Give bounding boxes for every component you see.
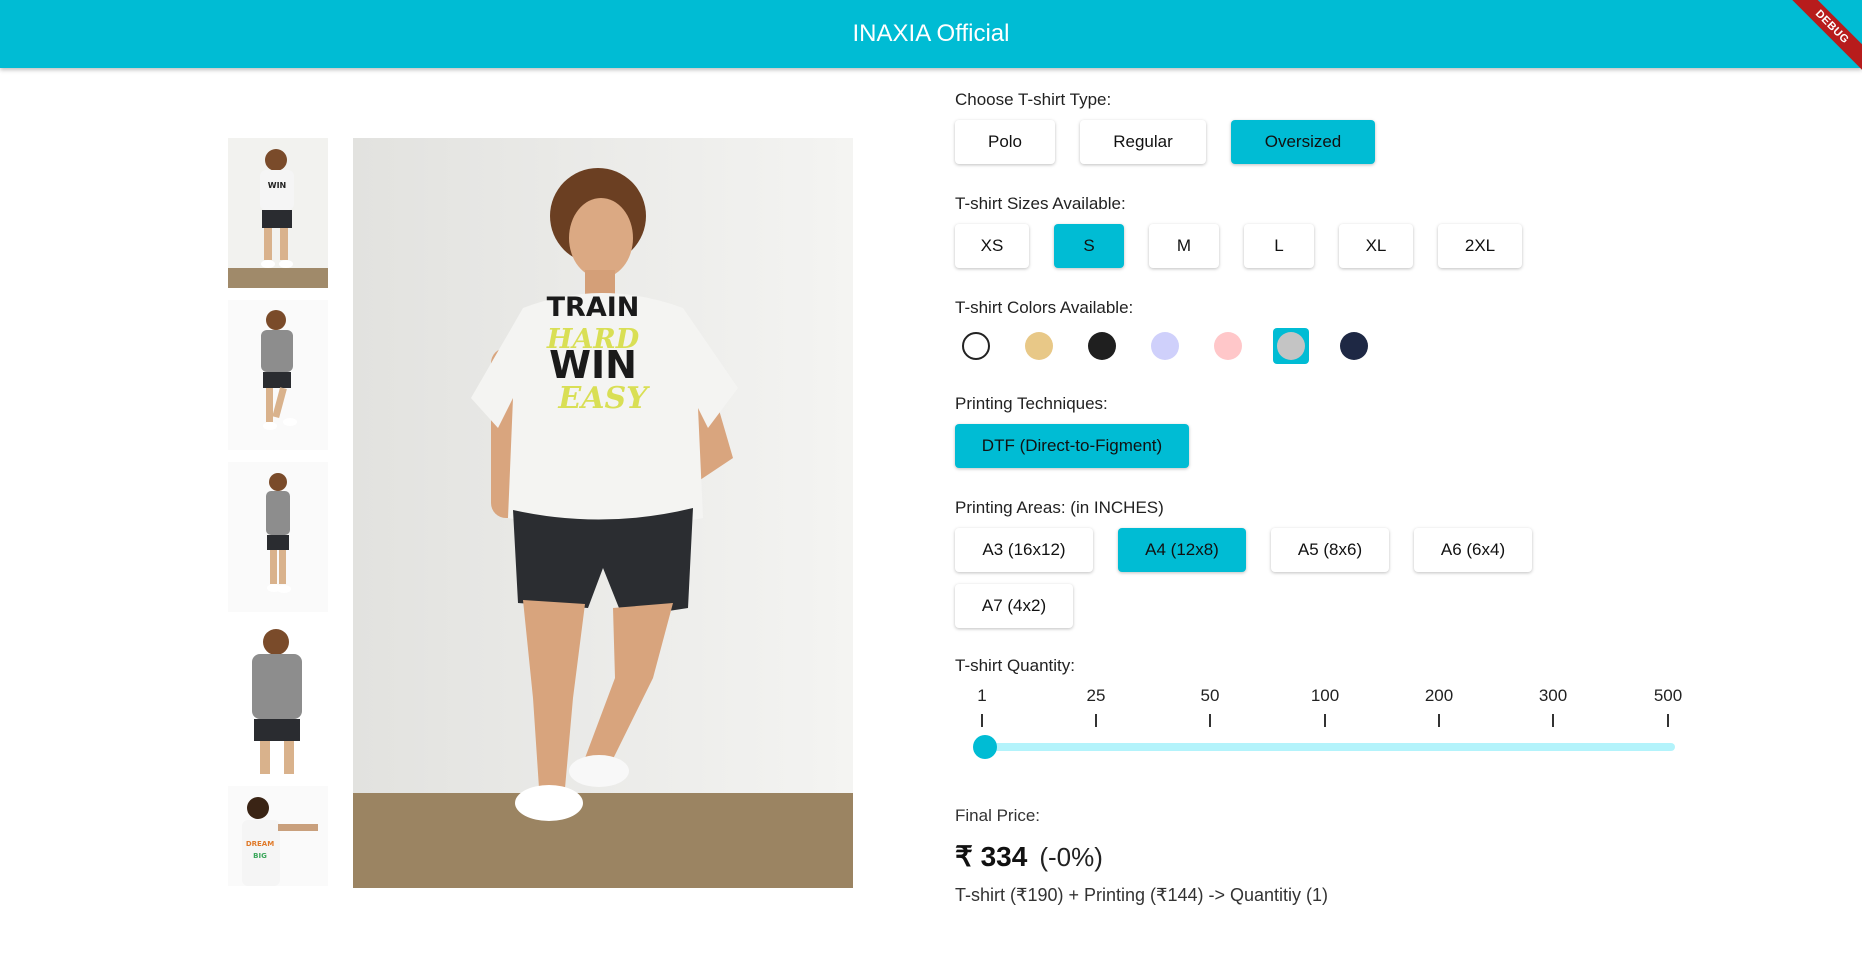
size-options: XS S M L XL 2XL <box>955 224 1685 268</box>
quantity-tick: 200 <box>1409 686 1469 727</box>
discount-percent: (-0%) <box>1039 842 1103 872</box>
svg-text:DREAM: DREAM <box>246 840 274 848</box>
thumbnail-4[interactable] <box>228 624 328 774</box>
quantity-tick-label: 100 <box>1310 686 1340 705</box>
quantity-tick-label: 50 <box>1200 686 1220 705</box>
quantity-tick-labels: 1 25 50 100 200 300 500 <box>952 686 1685 727</box>
area-a7-button[interactable]: A7 (4x2) <box>955 584 1073 628</box>
sizes-label: T-shirt Sizes Available: <box>955 194 1126 213</box>
color-swatch-black[interactable] <box>1084 328 1120 364</box>
area-options: A3 (16x12) A4 (12x8) A5 (8x6) A6 (6x4) A… <box>955 528 1575 628</box>
product-photo: TRAIN HARD WIN EASY <box>353 138 853 888</box>
color-options <box>955 328 1685 364</box>
quantity-tick: 1 <box>952 686 1012 727</box>
size-2xl-button[interactable]: 2XL <box>1438 224 1522 268</box>
color-dot <box>1277 332 1305 360</box>
options-panel: Choose T-shirt Type: Polo Regular Oversi… <box>955 90 1685 906</box>
app-title: INAXIA Official <box>852 20 1010 47</box>
color-dot <box>1025 332 1053 360</box>
color-dot <box>1151 332 1179 360</box>
color-swatch-pink[interactable] <box>1210 328 1246 364</box>
debug-banner: DEBUG <box>1782 0 1862 80</box>
color-dot <box>1214 332 1242 360</box>
quantity-slider[interactable] <box>955 726 1685 766</box>
svg-text:TRAIN: TRAIN <box>547 292 640 323</box>
color-swatch-grey[interactable] <box>1273 328 1309 364</box>
quantity-tick-label: 200 <box>1424 686 1454 705</box>
color-swatch-beige[interactable] <box>1021 328 1057 364</box>
debug-banner-label: DEBUG <box>1783 0 1862 76</box>
thumbnail-image: DREAM BIG <box>228 786 328 886</box>
size-s-button[interactable]: S <box>1054 224 1124 268</box>
thumbnail-image <box>228 624 328 774</box>
price-breakdown: T-shirt (₹190) + Printing (₹144) -> Quan… <box>955 885 1329 905</box>
color-dot <box>1340 332 1368 360</box>
type-options: Polo Regular Oversized <box>955 120 1685 164</box>
quantity-tick-label: 300 <box>1538 686 1568 705</box>
type-oversized-button[interactable]: Oversized <box>1231 120 1375 164</box>
svg-text:EASY: EASY <box>557 381 650 416</box>
color-swatch-white[interactable] <box>958 328 994 364</box>
areas-label: Printing Areas: (in INCHES) <box>955 498 1164 517</box>
final-price-label: Final Price: <box>955 806 1041 825</box>
type-label: Choose T-shirt Type: <box>955 90 1112 109</box>
thumbnail-1[interactable]: WIN <box>228 138 328 288</box>
quantity-tick: 50 <box>1180 686 1240 727</box>
slider-track <box>985 743 1675 751</box>
quantity-tick-label: 500 <box>1653 686 1683 705</box>
thumbnail-3[interactable] <box>228 462 328 612</box>
color-dot <box>962 332 990 360</box>
quantity-tick: 300 <box>1523 686 1583 727</box>
thumbnail-image: WIN <box>228 138 328 288</box>
quantity-tick: 25 <box>1066 686 1126 727</box>
color-swatch-navy[interactable] <box>1336 328 1372 364</box>
quantity-tick-label: 25 <box>1086 686 1106 705</box>
thumbnail-image <box>228 462 328 612</box>
slider-thumb[interactable] <box>973 735 997 759</box>
printing-label: Printing Techniques: <box>955 394 1108 413</box>
type-regular-button[interactable]: Regular <box>1080 120 1206 164</box>
size-xl-button[interactable]: XL <box>1339 224 1413 268</box>
type-polo-button[interactable]: Polo <box>955 120 1055 164</box>
colors-label: T-shirt Colors Available: <box>955 298 1134 317</box>
area-a4-button[interactable]: A4 (12x8) <box>1118 528 1246 572</box>
price-row: ₹ 334 (-0%) <box>955 840 1685 873</box>
size-m-button[interactable]: M <box>1149 224 1219 268</box>
area-a6-button[interactable]: A6 (6x4) <box>1414 528 1532 572</box>
thumbnail-list: WIN DREAM BIG <box>228 138 328 898</box>
size-xs-button[interactable]: XS <box>955 224 1029 268</box>
color-dot <box>1088 332 1116 360</box>
size-l-button[interactable]: L <box>1244 224 1314 268</box>
svg-text:BIG: BIG <box>253 852 267 860</box>
printing-options: DTF (Direct-to-Figment) <box>955 424 1685 468</box>
thumbnail-5[interactable]: DREAM BIG <box>228 786 328 886</box>
area-a3-button[interactable]: A3 (16x12) <box>955 528 1093 572</box>
quantity-tick: 500 <box>1638 686 1698 727</box>
printing-dtf-button[interactable]: DTF (Direct-to-Figment) <box>955 424 1189 468</box>
thumbnail-2[interactable] <box>228 300 328 450</box>
quantity-tick: 100 <box>1295 686 1355 727</box>
main-product-image: TRAIN HARD WIN EASY <box>353 138 853 888</box>
quantity-tick-label: 1 <box>977 686 987 705</box>
color-swatch-lavender[interactable] <box>1147 328 1183 364</box>
quantity-label: T-shirt Quantity: <box>955 656 1075 675</box>
thumbnail-image <box>228 300 328 450</box>
svg-text:WIN: WIN <box>268 181 287 190</box>
area-a5-button[interactable]: A5 (8x6) <box>1271 528 1389 572</box>
final-price: ₹ 334 <box>955 841 1028 872</box>
app-bar: INAXIA Official <box>0 0 1862 68</box>
